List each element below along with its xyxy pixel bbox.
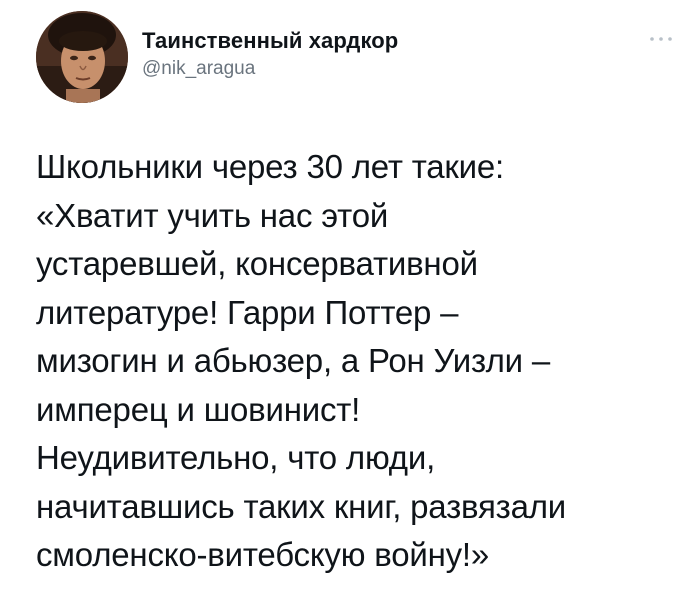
avatar-image xyxy=(36,11,128,103)
more-icon[interactable] xyxy=(646,33,676,45)
tweet-header: Таинственный хардкор @nik_aragua xyxy=(36,11,676,107)
avatar[interactable] xyxy=(36,11,128,103)
author-handle[interactable]: @nik_aragua xyxy=(142,57,398,81)
more-horizontal-icon xyxy=(650,37,672,41)
author-display-name[interactable]: Таинственный хардкор xyxy=(142,27,398,55)
author-info: Таинственный хардкор @nik_aragua xyxy=(142,27,398,81)
tweet-card: Таинственный хардкор @nik_aragua Школьни… xyxy=(0,0,700,607)
tweet-text: Школьники через 30 лет такие: «Хватит уч… xyxy=(36,148,567,573)
